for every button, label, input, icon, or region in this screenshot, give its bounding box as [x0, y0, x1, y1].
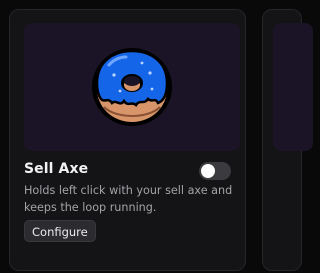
card-thumbnail-next	[273, 23, 313, 151]
card-title: Sell Axe	[24, 161, 89, 177]
feature-card-sell-axe: Sell Axe Holds left click with your sell…	[9, 9, 246, 271]
toggle-knob	[201, 164, 215, 178]
enable-toggle[interactable]	[199, 162, 231, 180]
card-thumbnail	[24, 23, 240, 151]
card-description: Holds left click with your sell axe and …	[24, 184, 233, 214]
configure-button[interactable]: Configure	[24, 220, 96, 242]
donut-icon	[92, 48, 172, 126]
page: Sell Axe Holds left click with your sell…	[0, 0, 313, 273]
feature-card-next	[262, 9, 313, 271]
